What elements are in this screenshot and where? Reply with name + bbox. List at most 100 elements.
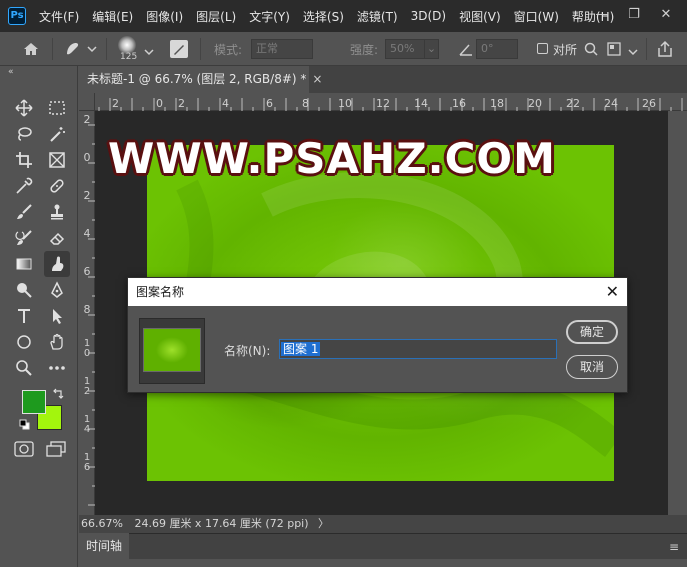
eraser-tool-icon[interactable] [44,225,70,251]
strength-input[interactable]: 50% ⌄ [385,39,439,59]
zoom-level[interactable]: 66.67% [81,517,123,530]
cancel-button[interactable]: 取消 [566,355,618,379]
healing-brush-tool-icon[interactable] [44,173,70,199]
pattern-name-dialog: 图案名称 ✕ 名称(N): 图案 1 确定 取消 [127,277,628,393]
menu-3d[interactable]: 3D(D) [411,9,446,23]
minimize-button[interactable]: — [587,0,617,30]
eyedropper-tool-icon[interactable] [11,173,37,199]
clone-stamp-tool-icon[interactable] [44,199,70,225]
history-brush-tool-icon[interactable] [11,225,37,251]
ruler-label: 0 [156,97,163,110]
horizontal-ruler[interactable]: 2 0 2 4 6 8 10 12 14 16 18 20 22 24 26 [95,93,687,111]
angle-input[interactable]: 0° [476,39,518,59]
timeline-tab[interactable]: 时间轴 [79,533,129,559]
timeline-panel-header [79,533,687,559]
ruler-label: 2 [83,113,91,126]
screen-mode-icon[interactable] [46,441,66,457]
mode-select[interactable]: 正常 [251,39,313,59]
ok-button[interactable]: 确定 [566,320,618,344]
menu-bar: Ps 文件(F) 编辑(E) 图像(I) 图层(L) 文字(Y) 选择(S) 滤… [0,0,687,32]
main-menu: 文件(F) 编辑(E) 图像(I) 图层(L) 文字(Y) 选择(S) 滤镜(T… [39,0,627,32]
menu-image[interactable]: 图像(I) [146,8,183,25]
ruler-label: 1 4 [83,414,91,435]
marquee-tool-icon[interactable] [44,95,70,121]
mode-label: 模式: [214,43,243,57]
default-colors-icon[interactable] [19,419,30,430]
brush-tool-icon[interactable] [11,199,37,225]
ruler-label: 1 2 [83,376,91,397]
foreground-color-swatch[interactable] [22,390,46,414]
dodge-tool-icon[interactable] [11,277,37,303]
ruler-label: 8 [83,303,91,316]
ruler-label: 14 [414,97,428,110]
type-tool-icon[interactable] [11,303,37,329]
ruler-label: 4 [83,227,91,240]
strength-value: 50% [390,42,415,55]
ruler-label: 24 [604,97,618,110]
menu-filter[interactable]: 滤镜(T) [357,8,398,25]
pattern-thumbnail [139,318,205,384]
quick-mask-icon[interactable] [14,441,34,457]
search-icon[interactable] [583,41,599,57]
ruler-label: 18 [490,97,504,110]
strength-chevron-icon[interactable]: ⌄ [424,40,438,58]
ruler-label: 0 [83,151,91,164]
menu-edit[interactable]: 编辑(E) [92,8,133,25]
watermark-text: WWW.PSAHZ.COM [108,134,556,183]
chevron-down-icon[interactable] [144,45,154,56]
menu-type[interactable]: 文字(Y) [249,8,290,25]
collapse-toolbar-icon[interactable]: « [8,67,14,77]
workspace-icon[interactable] [606,41,622,57]
dialog-title: 图案名称 [136,285,185,299]
name-label: 名称(N): [224,344,271,358]
menu-select[interactable]: 选择(S) [303,8,344,25]
lasso-tool-icon[interactable] [11,121,37,147]
hand-tool-icon[interactable] [44,329,70,355]
menu-file[interactable]: 文件(F) [39,8,79,25]
swap-colors-icon[interactable] [52,388,64,400]
panel-menu-icon[interactable]: ≡ [669,540,679,554]
ruler-corner[interactable] [79,93,95,111]
smudge-tool-icon[interactable] [44,251,70,277]
zoom-tool-icon[interactable] [11,355,37,381]
menu-layer[interactable]: 图层(L) [196,8,236,25]
share-icon[interactable] [656,40,674,58]
ellipse-tool-icon[interactable] [11,329,37,355]
status-menu-arrow-icon[interactable]: 〉 [318,517,329,530]
name-input[interactable]: 图案 1 [279,339,557,359]
ruler-label: 6 [83,265,91,278]
close-window-button[interactable]: ✕ [651,0,681,30]
vertical-ruler[interactable]: 2 0 2 4 6 8 1 0 1 2 1 4 1 6 [79,111,95,515]
document-tab-title: 未标题-1 @ 66.7% (图层 2, RGB/8#) * [87,72,307,86]
gradient-tool-icon[interactable] [11,251,37,277]
close-icon[interactable]: ✕ [606,278,619,306]
path-selection-tool-icon[interactable] [44,303,70,329]
ruler-label: 10 [338,97,352,110]
ruler-label: 26 [642,97,656,110]
menu-window[interactable]: 窗口(W) [514,8,559,25]
crop-tool-icon[interactable] [11,147,37,173]
ruler-label: 2 [112,97,119,110]
menu-view[interactable]: 视图(V) [459,8,501,25]
close-tab-icon[interactable]: × [312,72,322,86]
home-icon[interactable] [22,40,40,58]
brush-panel-icon[interactable] [170,40,188,58]
magic-wand-tool-icon[interactable] [44,121,70,147]
align-checkbox[interactable] [537,43,548,54]
move-tool-icon[interactable] [11,95,37,121]
ruler-label: 20 [528,97,542,110]
strength-label: 强度: [350,43,379,57]
frame-tool-icon[interactable] [44,147,70,173]
more-tools-icon[interactable] [44,355,70,381]
ruler-label: 2 [178,97,185,110]
ruler-label: 22 [566,97,580,110]
ruler-label: 6 [266,97,273,110]
photoshop-logo-icon[interactable]: Ps [8,7,26,25]
chevron-down-icon[interactable] [628,45,638,56]
pen-tool-icon[interactable] [44,277,70,303]
document-tab[interactable]: 未标题-1 @ 66.7% (图层 2, RGB/8#) * × [79,66,322,93]
document-size: 24.69 厘米 x 17.64 厘米 (72 ppi) [134,517,309,530]
tool-preset-icon[interactable] [64,40,98,58]
restore-button[interactable]: ❐ [619,0,649,30]
ruler-label: 8 [302,97,309,110]
